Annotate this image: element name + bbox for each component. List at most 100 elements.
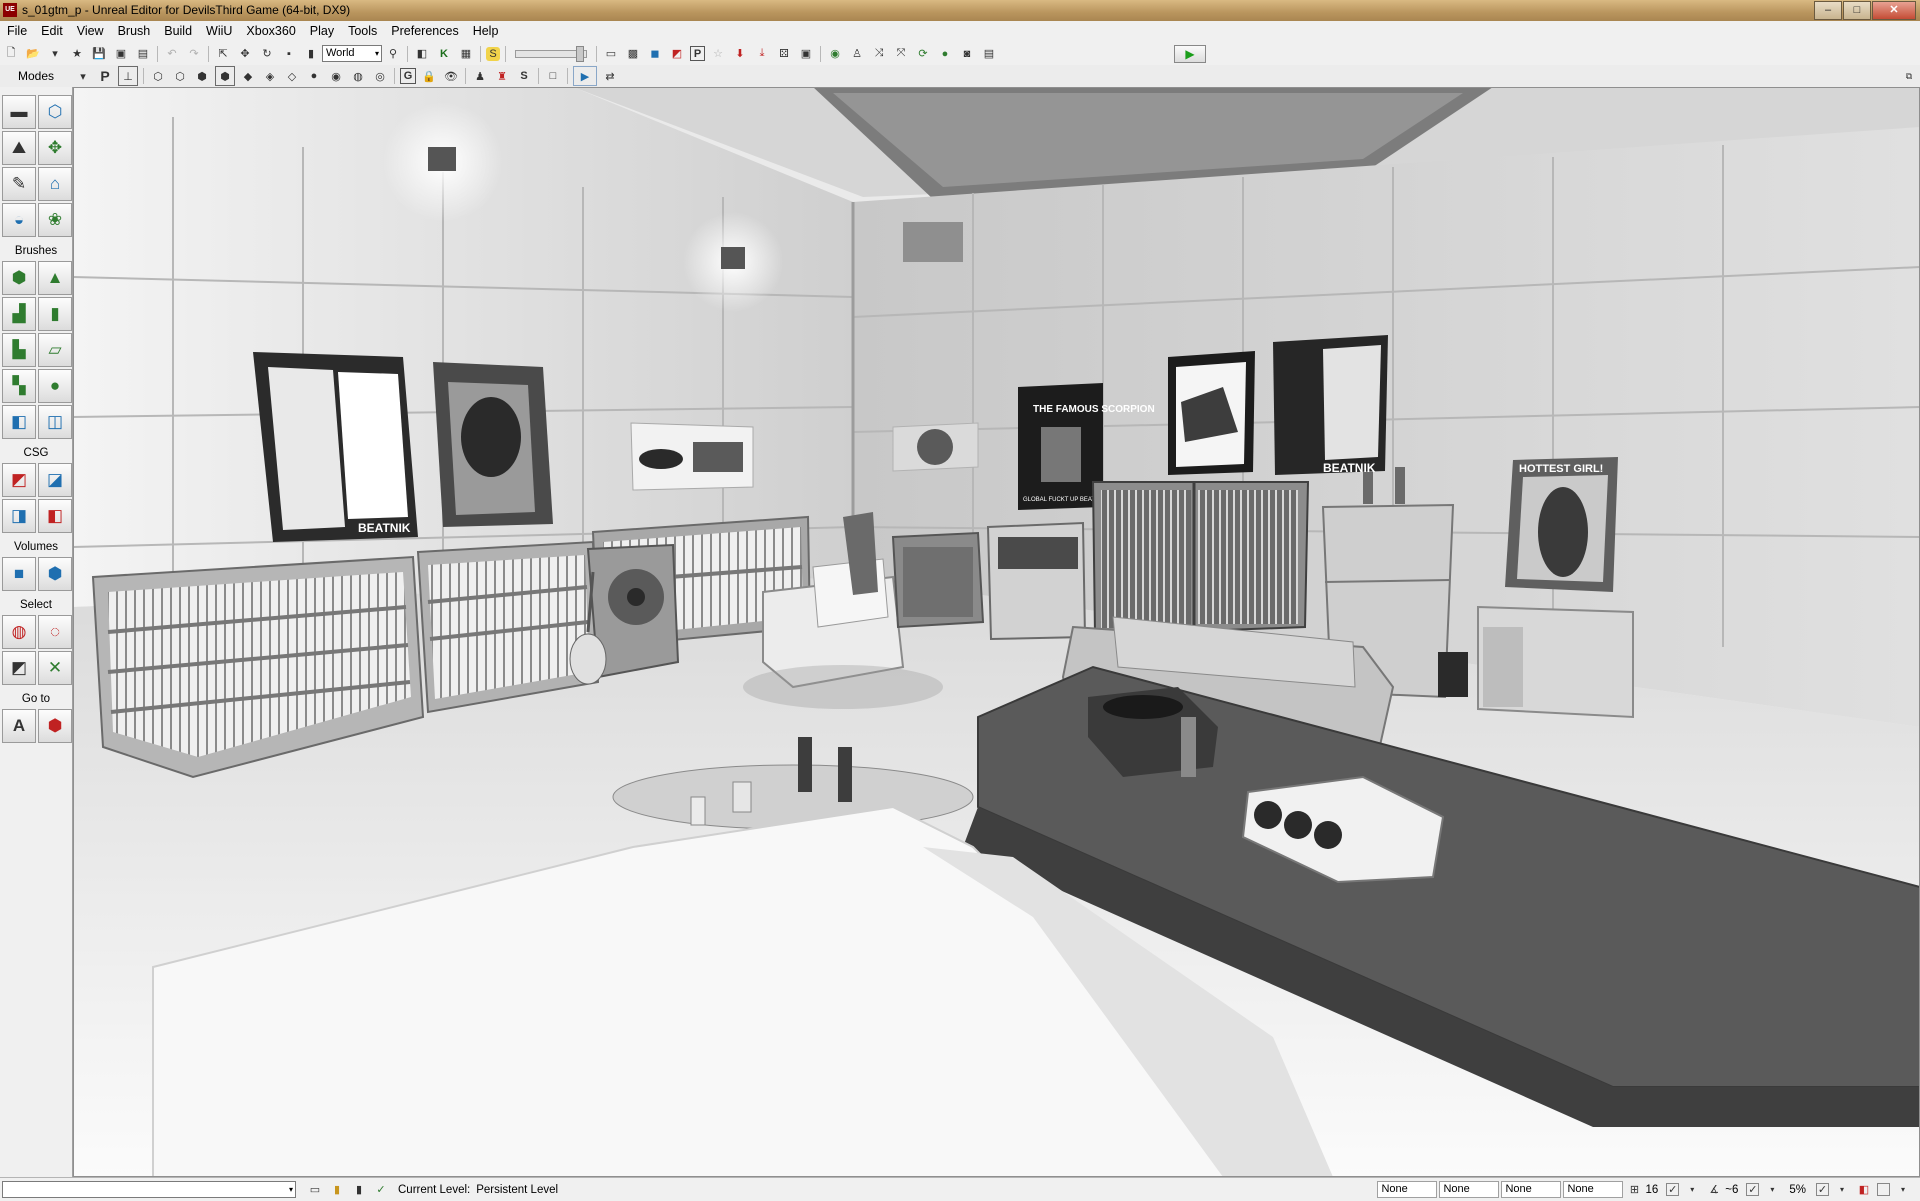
distance-slider[interactable] (515, 45, 587, 62)
show-selected-icon[interactable]: ◍ (2, 615, 36, 649)
add-volume-icon[interactable]: ■ (2, 557, 36, 591)
sheet-brush-icon[interactable]: ▱ (38, 333, 72, 367)
recent-dropdown-icon[interactable]: ▾ (46, 45, 64, 63)
favorites-icon[interactable]: ★ (68, 45, 86, 63)
eye-icon[interactable]: 👁 (442, 67, 460, 85)
menu-tools[interactable]: Tools (341, 21, 384, 42)
csg-subtract-icon[interactable]: ◪ (38, 463, 72, 497)
realtime-icon[interactable]: ♜ (493, 67, 511, 85)
build-geometry-icon[interactable]: ▩ (624, 45, 642, 63)
star-icon[interactable]: ☆ (709, 45, 727, 63)
menu-wiiu[interactable]: WiiU (199, 21, 239, 42)
build-paths-icon[interactable]: ◩ (668, 45, 686, 63)
grid-snap-icon[interactable]: ⊞ (1625, 1181, 1643, 1199)
slider-thumb[interactable] (576, 45, 584, 62)
perspective-viewport[interactable]: BEATNIK THE FAMOUS SCORPION GLOBAL FUCKT… (73, 87, 1920, 1177)
play-in-editor-button[interactable]: ▶ (1174, 44, 1206, 63)
menu-preferences[interactable]: Preferences (384, 21, 465, 42)
camera-mode-icon[interactable]: ▬ (2, 95, 36, 129)
rotation-snap-checkbox[interactable]: ✓ (1746, 1183, 1760, 1196)
coord-system-select[interactable]: World ▾ (322, 45, 382, 62)
texture-align-icon[interactable]: ✥ (38, 131, 72, 165)
curved-stair-icon[interactable]: ▟ (2, 297, 36, 331)
spiral-stair-icon[interactable]: ▚ (2, 369, 36, 403)
save-icon[interactable]: 💾 (90, 45, 108, 63)
maximize-viewport-icon[interactable]: □ (544, 67, 562, 85)
binoculars-icon[interactable]: ⚲ (384, 45, 402, 63)
linear-stair-icon[interactable]: ▙ (2, 333, 36, 367)
lock-icon[interactable]: 🔒 (420, 67, 438, 85)
arrow-down-red2-icon[interactable]: ⤓ (753, 45, 771, 63)
mesh-icon[interactable]: ⌂ (38, 167, 72, 201)
goto-builder-brush-icon[interactable]: ⬢ (38, 709, 72, 743)
invert-selection-icon[interactable]: ◩ (2, 651, 36, 685)
realtime-audio-icon[interactable]: ◧ (1855, 1181, 1873, 1199)
shader-complexity-icon[interactable]: ● (305, 67, 323, 85)
chevron-down-icon[interactable]: ▾ (1763, 1181, 1781, 1199)
goto-actor-icon[interactable]: A (2, 709, 36, 743)
terrain-mode-icon[interactable]: ⛰ (2, 131, 36, 165)
globe-icon[interactable]: ◉ (826, 45, 844, 63)
chevron-down-icon[interactable]: ▾ (1683, 1181, 1701, 1199)
kismet-icon[interactable]: ◧ (413, 45, 431, 63)
expand-arrows-icon[interactable]: ⤧ (892, 45, 910, 63)
matinee-icon[interactable]: ▦ (457, 45, 475, 63)
chevron-down-icon[interactable]: ▾ (1894, 1181, 1912, 1199)
menu-xbox360[interactable]: Xbox360 (239, 21, 302, 42)
landscape-icon[interactable]: ◒ (2, 203, 36, 237)
rotate-mode-icon[interactable]: ↻ (258, 45, 276, 63)
hide-selected-icon[interactable]: ◌ (38, 615, 72, 649)
chevron-down-icon[interactable]: ▾ (1833, 1181, 1851, 1199)
wireframe-icon[interactable]: ⬡ (171, 67, 189, 85)
open-file-icon[interactable]: 📂 (24, 45, 42, 63)
lit-icon[interactable]: ⬢ (215, 66, 235, 86)
grid-snap-checkbox[interactable]: ✓ (1666, 1183, 1680, 1196)
menu-play[interactable]: Play (303, 21, 341, 42)
pen-brush-icon[interactable]: ◫ (38, 405, 72, 439)
minimize-button[interactable]: – (1814, 1, 1842, 20)
rotation-snap-value[interactable]: ~6 (1725, 1184, 1738, 1196)
brush-wireframe-icon[interactable]: ⬡ (149, 67, 167, 85)
volumetric-brush-icon[interactable]: ◧ (2, 405, 36, 439)
green-arrows-icon[interactable]: ⟳ (914, 45, 932, 63)
csg-add-icon[interactable]: ◩ (2, 463, 36, 497)
undo-icon[interactable]: ↶ (163, 45, 181, 63)
menu-help[interactable]: Help (466, 21, 506, 42)
csg-deintersect-icon[interactable]: ◧ (38, 499, 72, 533)
scale-mode-icon[interactable]: ▪ (280, 45, 298, 63)
menu-view[interactable]: View (70, 21, 111, 42)
close-button[interactable]: ✕ (1872, 1, 1916, 20)
lock-status-icon[interactable]: ▮ (328, 1181, 346, 1199)
texture-density-icon[interactable]: ◇ (283, 67, 301, 85)
cone-brush-icon[interactable]: ▲ (38, 261, 72, 295)
cylinder-brush-icon[interactable]: ▮ (38, 297, 72, 331)
command-input[interactable]: ▾ (2, 1181, 296, 1198)
maximize-button[interactable]: □ (1843, 1, 1871, 20)
browser-icon[interactable]: ▭ (602, 45, 620, 63)
scale-nonuniform-icon[interactable]: ▮ (302, 45, 320, 63)
menu-build[interactable]: Build (157, 21, 199, 42)
p-toggle-icon[interactable]: P (690, 46, 705, 61)
show-all-icon[interactable]: ✕ (38, 651, 72, 685)
s-badge-icon[interactable]: S (486, 46, 500, 61)
menu-edit[interactable]: Edit (34, 21, 70, 42)
volume-list-icon[interactable]: ⬢ (38, 557, 72, 591)
new-file-icon[interactable]: 🗋 (2, 45, 20, 63)
monitor-icon[interactable]: ▣ (797, 45, 815, 63)
scale-snap-value[interactable]: 5% (1789, 1184, 1806, 1196)
scale-snap-checkbox[interactable]: ✓ (1816, 1183, 1829, 1196)
perspective-toggle-icon[interactable]: P (96, 67, 114, 85)
play-in-viewport-icon[interactable]: ▶ (573, 66, 597, 86)
menu-file[interactable]: File (0, 21, 34, 42)
rotation-snap-icon[interactable]: ∡ (1705, 1181, 1723, 1199)
grid-size-value[interactable]: 16 (1645, 1184, 1658, 1196)
figure-icon[interactable]: ♙ (848, 45, 866, 63)
save-current-icon[interactable]: ▤ (134, 45, 152, 63)
save-all-icon[interactable]: ▣ (112, 45, 130, 63)
k-toggle-icon[interactable]: K (435, 45, 453, 63)
menu-brush[interactable]: Brush (111, 21, 158, 42)
csg-intersect-icon[interactable]: ◨ (2, 499, 36, 533)
translate-mode-icon[interactable]: ✥ (236, 45, 254, 63)
scene-render[interactable]: BEATNIK THE FAMOUS SCORPION GLOBAL FUCKT… (73, 87, 1920, 1177)
reflections-icon[interactable]: ◎ (371, 67, 389, 85)
